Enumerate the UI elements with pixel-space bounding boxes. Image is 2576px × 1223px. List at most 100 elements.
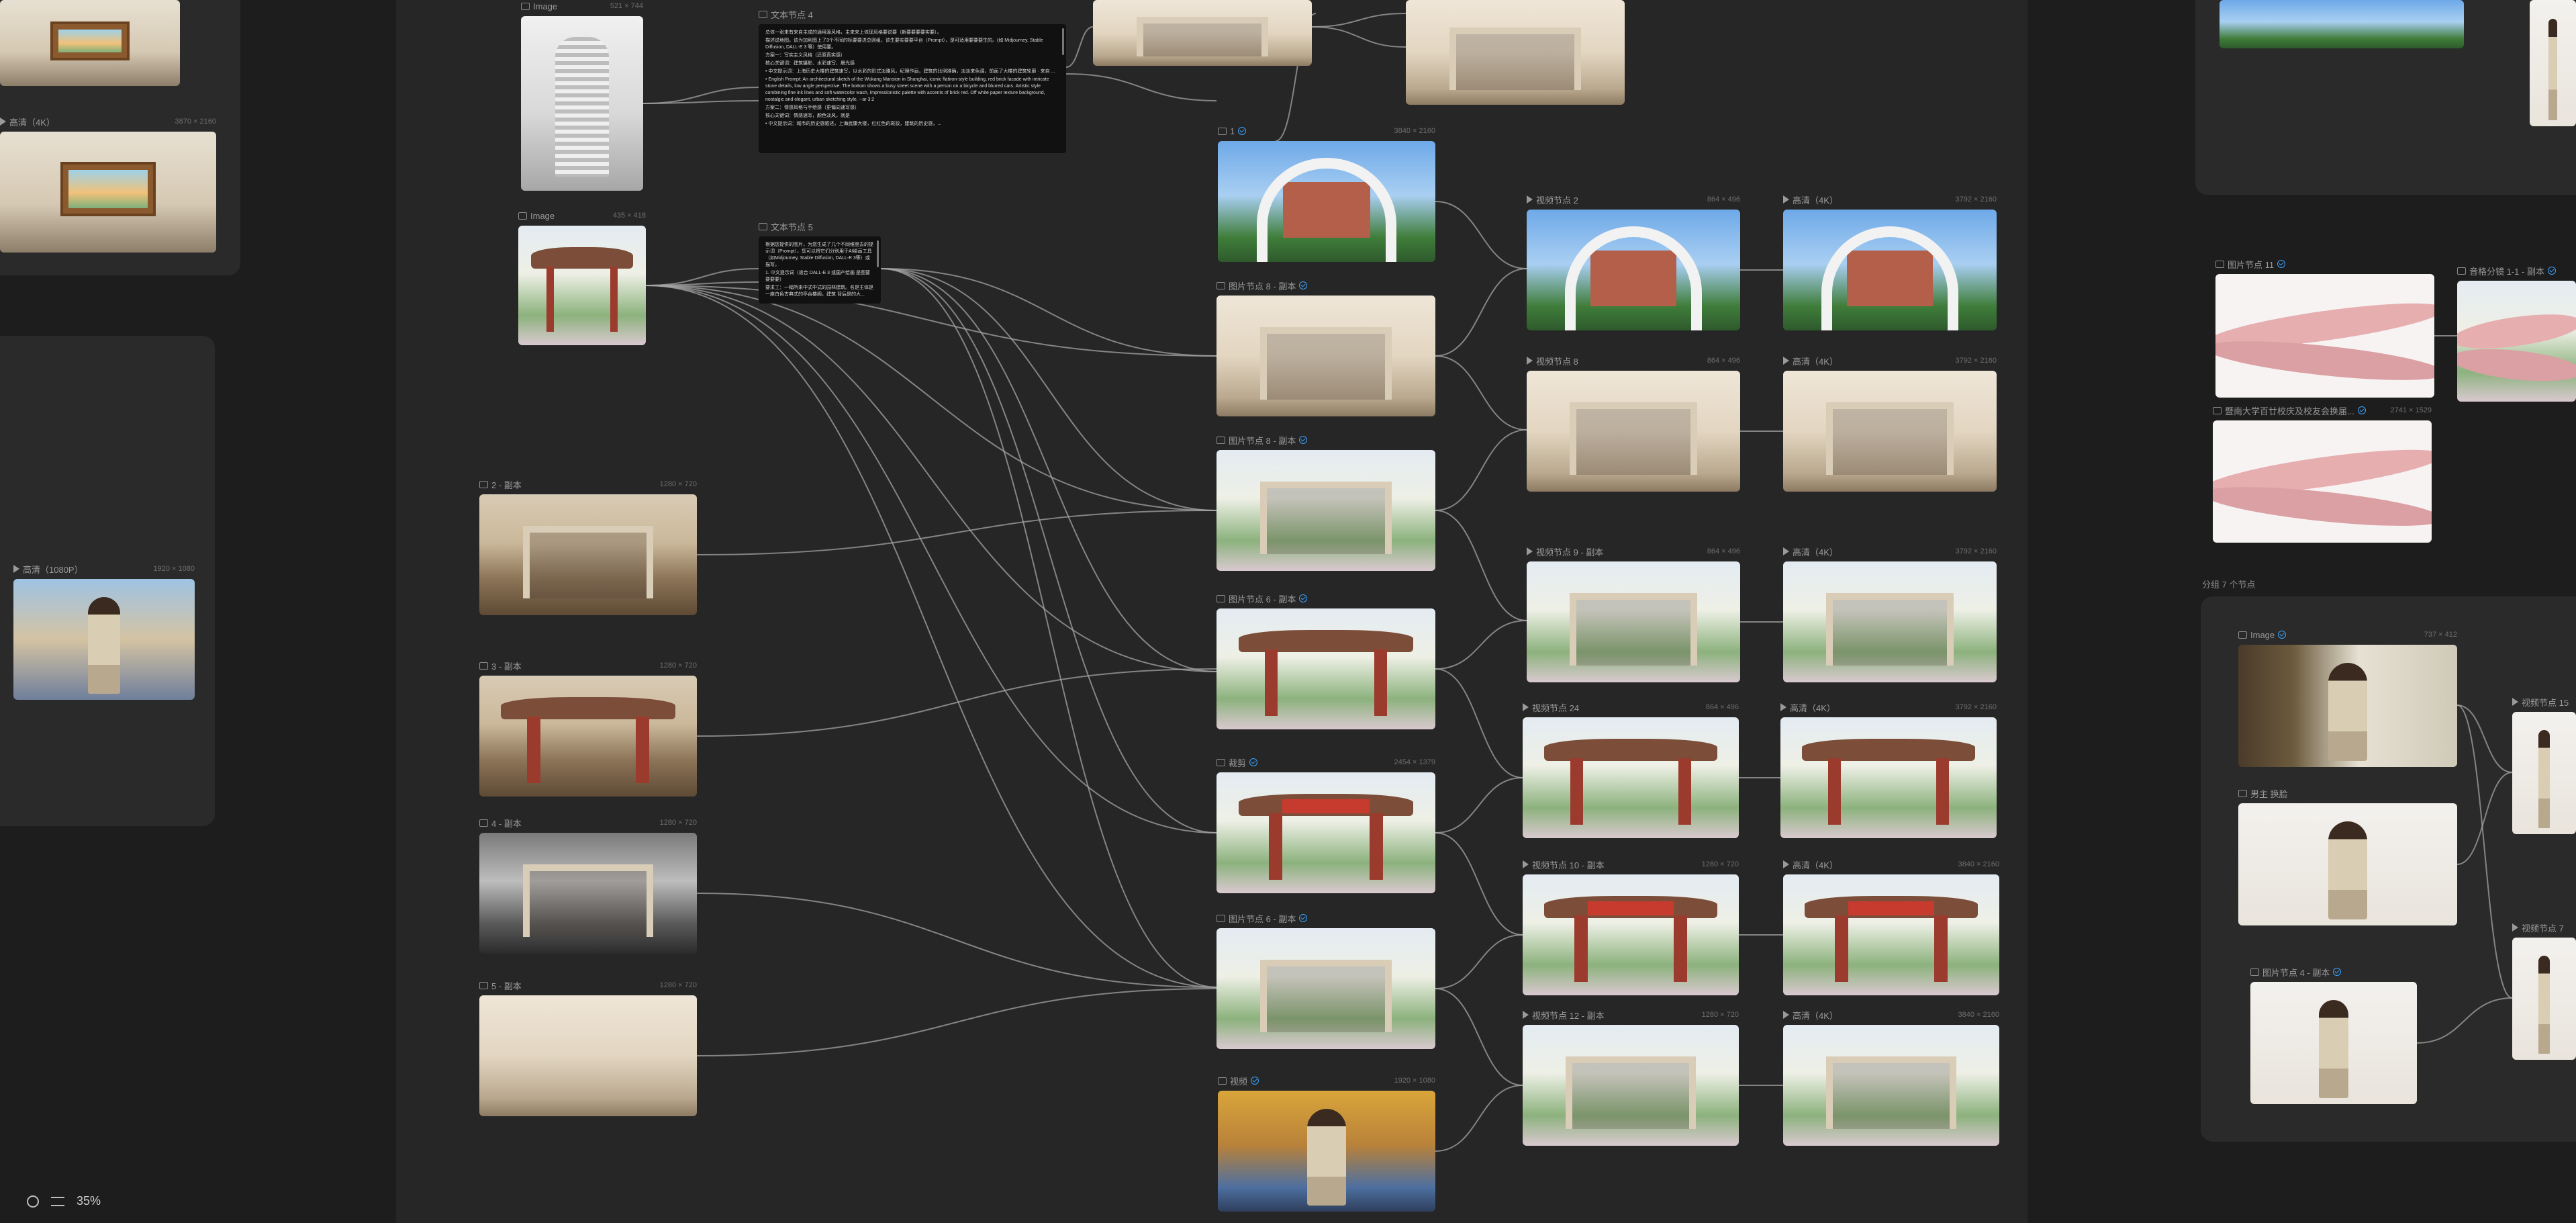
swap-icon[interactable] [51, 1196, 64, 1206]
text-node-body[interactable]: 总体一张来有来自主成的通用源风格，主来来上体现风格要说要（新要要要要实要）。 描述… [759, 24, 1066, 153]
scrollbar[interactable] [1062, 28, 1064, 55]
canvas-node[interactable]: 视频节点 12 - 副本 1280 × 720 [1523, 1011, 1739, 1146]
node-image[interactable] [1783, 1025, 1999, 1146]
canvas-node[interactable]: 暨南大学百廿校庆及校友会换届... 2741 × 1529 [2213, 406, 2432, 543]
canvas-node[interactable]: 男主 换脸 [2238, 789, 2457, 925]
node-header[interactable]: Image 521 × 744 [521, 0, 643, 13]
node-header[interactable]: 高清（4K） 3840 × 2160 [1783, 1007, 1999, 1022]
text-node-body[interactable]: 根据您提供的图片，为您生成了几个不同维度去的提示词（Prompt），您可以将它们… [759, 236, 881, 304]
node-header[interactable]: 视频节点 9 - 副本 864 × 496 [1527, 544, 1740, 559]
canvas-node[interactable]: 视频节点 9 - 副本 864 × 496 [1527, 547, 1740, 682]
canvas-node[interactable]: 图片节点 6 - 副本 [1217, 594, 1435, 729]
node-image[interactable] [1217, 772, 1435, 893]
node-image[interactable] [1217, 450, 1435, 571]
node-header[interactable]: 视频节点 7 [2512, 920, 2576, 935]
node-header[interactable]: Image 435 × 418 [518, 208, 646, 223]
node-image[interactable] [1523, 717, 1739, 838]
node-image[interactable] [0, 0, 180, 86]
node-image[interactable] [1217, 928, 1435, 1049]
node-header[interactable]: 图片节点 4 - 副本 [2250, 964, 2417, 979]
canvas-node[interactable]: 视频节点 8 864 × 496 [1527, 357, 1740, 492]
node-header[interactable]: 视频节点 15 [2512, 694, 2576, 709]
node-image[interactable] [1218, 1091, 1435, 1212]
node-header[interactable]: 图片节点 6 - 副本 [1217, 591, 1435, 606]
text-node[interactable]: 文本节点 4 总体一张来有来自主成的通用源风格，主来来上体现风格要说要（新要要要要… [759, 10, 1066, 153]
node-header[interactable]: 视频节点 24 864 × 496 [1523, 700, 1739, 715]
node-image[interactable] [1527, 561, 1740, 682]
node-header[interactable]: 高清（4K） 3792 × 2160 [1783, 192, 1997, 207]
canvas-node[interactable]: 视频 1920 × 1080 [1218, 1077, 1435, 1212]
node-header[interactable]: 文本节点 4 [759, 7, 1066, 21]
canvas-node[interactable]: 图片节点 6 - 副本 [1217, 914, 1435, 1049]
canvas-node[interactable] [0, 0, 180, 86]
zoom-level[interactable]: 35% [77, 1194, 101, 1208]
canvas-node[interactable]: 视频节点 10 - 副本 1280 × 720 [1523, 860, 1739, 995]
node-image[interactable] [479, 494, 697, 615]
node-header[interactable]: 3 - 副本 1280 × 720 [479, 658, 697, 673]
node-image[interactable] [1523, 874, 1739, 995]
canvas-node[interactable]: 高清（4K） 3792 × 2160 [1783, 357, 1997, 492]
node-image[interactable] [2512, 712, 2576, 834]
node-header[interactable]: 视频节点 8 864 × 496 [1527, 353, 1740, 368]
node-image[interactable] [2238, 645, 2457, 767]
node-image[interactable] [13, 579, 195, 700]
node-image[interactable] [2238, 803, 2457, 925]
node-image[interactable] [479, 676, 697, 797]
node-header[interactable]: 高清（4K） 3792 × 2160 [1783, 353, 1997, 368]
node-image[interactable] [521, 16, 643, 191]
node-image[interactable] [1783, 561, 1997, 682]
node-image[interactable] [1780, 717, 1997, 838]
node-header[interactable]: 视频节点 12 - 副本 1280 × 720 [1523, 1007, 1739, 1022]
canvas-node[interactable]: 高清（4K） 3840 × 2160 [1783, 860, 1999, 995]
node-image[interactable] [0, 132, 216, 253]
canvas-node[interactable]: 3 - 副本 1280 × 720 [479, 662, 697, 797]
node-header[interactable]: 图片节点 8 - 副本 [1217, 278, 1435, 293]
node-image[interactable] [1218, 141, 1435, 262]
node-image[interactable] [1527, 210, 1740, 330]
node-image[interactable] [1783, 210, 1997, 330]
canvas-node[interactable]: 高清（4K） 3792 × 2160 [1783, 195, 1997, 330]
canvas-node[interactable] [1093, 0, 1312, 66]
node-header[interactable]: 暨南大学百廿校庆及校友会换届... 2741 × 1529 [2213, 403, 2432, 418]
node-image[interactable] [1217, 296, 1435, 416]
node-image[interactable] [1783, 874, 1999, 995]
node-image[interactable] [1783, 371, 1997, 492]
canvas-node[interactable]: 2 - 副本 1280 × 720 [479, 480, 697, 615]
node-image[interactable] [1527, 371, 1740, 492]
canvas-node[interactable]: 高清（4K） 3792 × 2160 [1780, 703, 1997, 838]
node-header[interactable]: 文本节点 5 [759, 219, 881, 234]
canvas-node[interactable] [2220, 0, 2464, 48]
canvas-node[interactable]: 高清（4K） 3792 × 2160 [1783, 547, 1997, 682]
node-header[interactable]: 图片节点 11 [2215, 257, 2434, 271]
node-image[interactable] [2220, 0, 2464, 48]
canvas-node[interactable]: 音格分镜 1-1 - 副本 [2457, 267, 2576, 402]
canvas-node[interactable]: Image 521 × 744 [521, 1, 643, 191]
node-header[interactable]: 图片节点 6 - 副本 [1217, 911, 1435, 925]
node-header[interactable]: 裁剪 2454 × 1379 [1217, 755, 1435, 770]
canvas-node[interactable]: 高清（4K） 3840 × 2160 [1783, 1011, 1999, 1146]
node-header[interactable]: 音格分镜 1-1 - 副本 [2457, 263, 2576, 278]
node-image[interactable] [1406, 0, 1625, 105]
canvas-node[interactable]: 视频节点 24 864 × 496 [1523, 703, 1739, 838]
user-icon[interactable] [27, 1195, 39, 1208]
node-header[interactable]: 视频节点 2 864 × 496 [1527, 192, 1740, 207]
node-image[interactable] [479, 995, 697, 1116]
node-header[interactable]: 高清（1080P） 1920 × 1080 [13, 561, 195, 576]
canvas-node[interactable]: 图片节点 8 - 副本 [1217, 281, 1435, 416]
node-header[interactable]: 高清（4K） 3792 × 2160 [1780, 700, 1997, 715]
node-header[interactable]: 高清（4K） 3840 × 2160 [1783, 857, 1999, 872]
canvas-node[interactable]: 1 3840 × 2160 [1218, 126, 1435, 262]
node-header[interactable]: 5 - 副本 1280 × 720 [479, 978, 697, 993]
canvas-node[interactable]: 5 - 副本 1280 × 720 [479, 981, 697, 1116]
canvas-node[interactable] [2530, 0, 2576, 126]
scrollbar[interactable] [877, 240, 879, 267]
node-image[interactable] [2530, 0, 2576, 126]
node-header[interactable]: 视频 1920 × 1080 [1218, 1073, 1435, 1088]
canvas-node[interactable]: 图片节点 8 - 副本 [1217, 436, 1435, 571]
canvas-node[interactable]: 图片节点 4 - 副本 [2250, 968, 2417, 1104]
canvas-node[interactable]: 裁剪 2454 × 1379 [1217, 758, 1435, 893]
node-image[interactable] [2512, 938, 2576, 1060]
node-header[interactable]: 高清（4K） 3870 × 2160 [0, 114, 216, 129]
canvas-node[interactable]: 高清（4K） 3870 × 2160 [0, 118, 216, 253]
canvas-node[interactable]: 图片节点 11 [2215, 260, 2434, 398]
